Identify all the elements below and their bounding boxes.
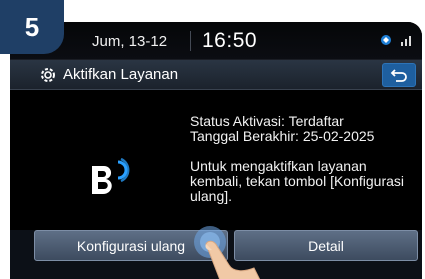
status-divider: [190, 31, 191, 51]
button-bar: Konfigurasi ulang Detail: [10, 230, 422, 279]
status-time: 16:50: [202, 29, 258, 52]
status-bar: Jum, 13-12 16:50: [10, 22, 422, 60]
bluelink-logo: [92, 158, 130, 194]
activation-status-text: Status Aktivasi: Terdaftar: [190, 113, 344, 129]
status-date: Jum, 13-12: [92, 33, 168, 50]
gear-icon: [41, 68, 55, 82]
activation-info: Status Aktivasi: Terdaftar Tanggal Berak…: [190, 114, 404, 204]
instruction-line: Untuk mengaktifkan layanan: [190, 158, 367, 174]
back-button[interactable]: [382, 63, 416, 87]
title-bar: Aktifkan Layanan: [10, 60, 422, 90]
signal-icon: [401, 36, 411, 46]
detail-button[interactable]: Detail: [234, 230, 418, 261]
status-icons: [379, 33, 414, 47]
step-number-badge: 5: [0, 0, 64, 54]
connectivity-icon: [381, 35, 391, 45]
content-area: Status Aktivasi: Terdaftar Tanggal Berak…: [10, 90, 422, 238]
back-arrow-icon: [390, 69, 407, 82]
reconfigure-button[interactable]: Konfigurasi ulang: [34, 230, 228, 261]
page-title: Aktifkan Layanan: [63, 66, 179, 83]
instruction-line: kembali, tekan tombol [Konfigurasi: [190, 173, 404, 189]
infotainment-screen: Jum, 13-12 16:50 Aktifkan Layanan Status…: [10, 22, 422, 279]
expiry-date-text: Tanggal Berakhir: 25-02-2025: [190, 128, 375, 144]
instruction-line: ulang].: [190, 188, 233, 204]
